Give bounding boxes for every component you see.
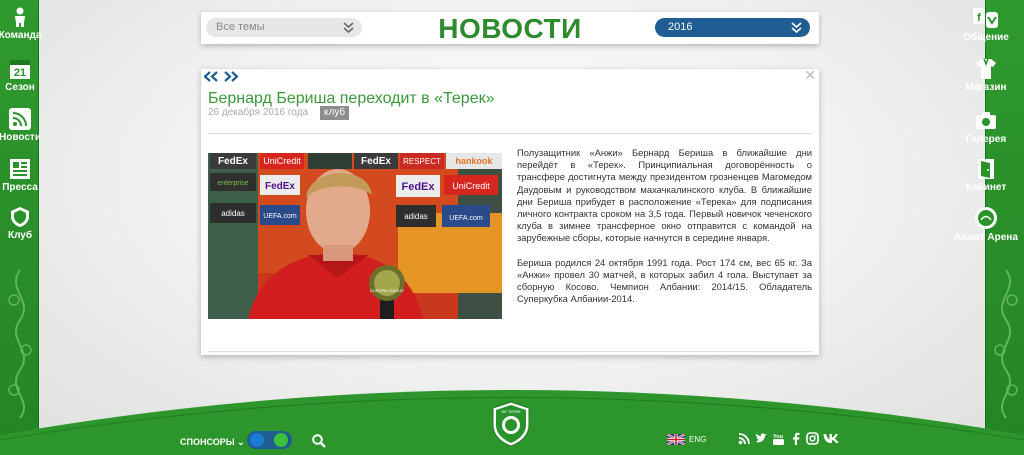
shirt-icon bbox=[976, 58, 996, 79]
youtube-icon[interactable]: You bbox=[772, 432, 785, 445]
sidebar-item-label: Пресса bbox=[2, 182, 38, 193]
article-photo: FedEx UniCredit FedEx RESPECT hankook en… bbox=[208, 153, 502, 319]
svg-text:f: f bbox=[977, 12, 981, 24]
toggle-knob-left bbox=[250, 433, 264, 447]
calendar-icon: 21 bbox=[10, 60, 30, 79]
sidebar-item-label: Общение bbox=[963, 32, 1009, 43]
newspaper-icon bbox=[10, 159, 30, 179]
article-title: Бернард Бериша переходит в «Терек» bbox=[208, 90, 495, 107]
instagram-icon[interactable] bbox=[806, 432, 819, 445]
divider bbox=[208, 133, 812, 134]
sponsors-button[interactable]: СПОНСОРЫ ⌄ bbox=[180, 437, 245, 448]
chevron-down-icon: ⌄ bbox=[237, 437, 245, 447]
footer: ФК ТЕРЕК СПОНСОРЫ ⌄ ENG You bbox=[0, 380, 1024, 455]
rss-icon[interactable] bbox=[738, 432, 751, 445]
toggle-knob-right bbox=[273, 432, 289, 448]
ad-fedex-2: FedEx bbox=[361, 156, 391, 167]
article-date: 26 декабря 2016 года bbox=[208, 107, 309, 118]
ad-uefa-2: UEFA.com bbox=[449, 215, 483, 222]
crest-text: ФК ТЕРЕК bbox=[501, 409, 521, 414]
facebook-icon[interactable] bbox=[789, 432, 802, 445]
ad-fedex-4: FedEx bbox=[401, 181, 435, 193]
sidebar-item-cabinet[interactable]: Кабинет bbox=[951, 158, 1021, 193]
language-switch[interactable]: ENG bbox=[667, 434, 706, 445]
article-tag[interactable]: клуб bbox=[320, 106, 350, 120]
ad-hankook: hankook bbox=[455, 156, 493, 166]
twitter-icon[interactable] bbox=[755, 432, 768, 445]
sidebar-item-news[interactable]: Новости bbox=[0, 108, 55, 143]
sidebar-item-label: Магазин bbox=[965, 82, 1007, 93]
ad-fedex-3: FedEx bbox=[265, 181, 295, 192]
ad-uefa: UEFA.com bbox=[263, 213, 297, 220]
article-pager bbox=[204, 71, 238, 82]
ad-adidas: adidas bbox=[221, 209, 245, 218]
social-links: You bbox=[738, 432, 839, 445]
year-select[interactable]: 2016 bbox=[655, 18, 810, 37]
rss-icon bbox=[9, 108, 31, 130]
next-article-icon[interactable] bbox=[224, 71, 238, 82]
article-body: Полузащитник «Анжи» Бернард Бериша в бли… bbox=[517, 147, 812, 317]
shield-icon bbox=[11, 207, 29, 227]
camera-icon bbox=[976, 112, 996, 129]
ad-unicredit-2: UniCredit bbox=[452, 181, 490, 191]
interview-photo: FedEx UniCredit FedEx RESPECT hankook en… bbox=[208, 153, 502, 319]
social-icon: f bbox=[973, 8, 998, 28]
article-card: ✕ Бернард Бериша переходит в «Терек» 26 … bbox=[201, 67, 819, 355]
sidebar-item-shop[interactable]: Магазин bbox=[951, 58, 1021, 93]
sidebar-item-label: Кабинет bbox=[965, 182, 1007, 193]
vk-icon[interactable] bbox=[823, 432, 839, 445]
uk-flag-icon bbox=[667, 434, 685, 445]
sidebar-item-label: Сезон bbox=[5, 82, 35, 93]
language-label: ENG bbox=[689, 435, 707, 444]
player-icon bbox=[15, 7, 25, 27]
sidebar-item-press[interactable]: Пресса bbox=[0, 158, 55, 193]
close-icon[interactable]: ✕ bbox=[804, 67, 816, 84]
news-header: Все темы НОВОСТИ 2016 bbox=[201, 12, 819, 44]
article-paragraph: Бериша родился 24 октября 1991 года. Рос… bbox=[517, 256, 812, 305]
ad-unicredit: UniCredit bbox=[263, 156, 301, 166]
sponsors-toggle[interactable] bbox=[247, 431, 292, 449]
stadium-logo-icon bbox=[975, 207, 997, 229]
sidebar-item-arena[interactable]: Ахмат Арена bbox=[951, 206, 1021, 243]
club-crest-icon[interactable]: ФК ТЕРЕК bbox=[491, 401, 531, 447]
double-chevron-down-icon bbox=[791, 22, 802, 33]
sidebar-item-season[interactable]: 21 Сезон bbox=[0, 58, 55, 93]
sidebar-item-gallery[interactable]: Галерея bbox=[951, 110, 1021, 145]
door-icon bbox=[978, 159, 994, 179]
sidebar-item-community[interactable]: f Общение bbox=[951, 8, 1021, 43]
divider bbox=[208, 351, 812, 352]
ad-fedex: FedEx bbox=[218, 156, 248, 167]
sidebar-item-club[interactable]: Клуб bbox=[0, 206, 55, 241]
ad-respect: RESPECT bbox=[403, 157, 441, 166]
year-select-value: 2016 bbox=[668, 21, 693, 33]
sidebar-item-team[interactable]: Команда bbox=[0, 6, 55, 41]
ad-enterprise: enterprise bbox=[217, 180, 248, 187]
calendar-day: 21 bbox=[14, 67, 26, 79]
mic-label: EUROPA LEAGUE bbox=[370, 288, 404, 293]
sidebar-item-label: Команда bbox=[0, 30, 42, 41]
sidebar-item-label: Галерея bbox=[965, 134, 1007, 145]
sponsors-label: СПОНСОРЫ bbox=[180, 437, 235, 447]
sidebar-item-label: Клуб bbox=[7, 230, 33, 241]
search-icon[interactable] bbox=[312, 434, 326, 448]
prev-article-icon[interactable] bbox=[204, 71, 218, 82]
sidebar-item-label: Новости bbox=[0, 132, 41, 143]
ad-adidas-2: adidas bbox=[404, 212, 428, 221]
sidebar-item-label: Ахмат Арена bbox=[954, 232, 1018, 243]
article-paragraph: Полузащитник «Анжи» Бернард Бериша в бли… bbox=[517, 147, 812, 244]
